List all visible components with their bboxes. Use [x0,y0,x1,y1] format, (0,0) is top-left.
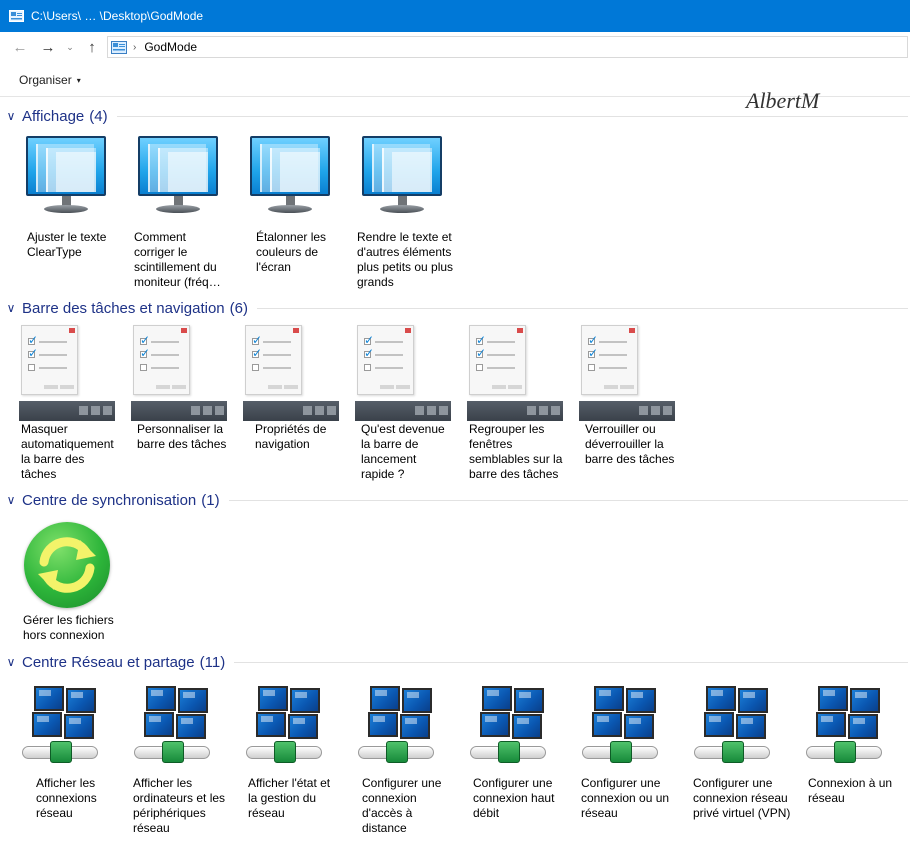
network-icon [804,686,886,774]
window-title: C:\Users\ … \Desktop\GodMode [31,9,204,23]
item-label: Rendre le texte et d'autres éléments plu… [357,230,454,289]
network-icon [692,686,774,774]
taskbar-settings-icon: ✓ ✓ [579,325,675,421]
group-count: (6) [229,299,248,317]
taskbar-settings-icon: ✓ ✓ [131,325,227,421]
group-header-synchronisation[interactable]: ∨ Centre de synchronisation (1) [0,490,910,510]
navigation-bar: ← → ⌄ ↑ › GodMode [0,32,910,62]
title-bar: C:\Users\ … \Desktop\GodMode [0,0,910,32]
network-icon [356,686,438,774]
network-icon [468,686,550,774]
group-divider [256,307,908,309]
item-label: Qu'est devenue la barre de lancement rap… [361,422,445,481]
item-label: Comment corriger le scintillement du mon… [134,230,221,289]
item-label: Configurer une connexion réseau privé vi… [693,776,791,820]
monitor-icon [362,136,442,220]
network-icon [20,686,102,774]
taskbar-settings-icon: ✓ ✓ [355,325,451,421]
item-label: Configurer une connexion ou un réseau [581,776,670,820]
monitor-icon [26,136,106,220]
group-title: Affichage [22,107,85,125]
sync-center-icon [24,522,110,608]
group-count: (11) [199,653,226,671]
item-label: Propriétés de navigation [255,422,327,451]
item-label: Configurer une connexion d'accès à dista… [362,776,442,835]
taskbar-settings-icon: ✓ ✓ [19,325,115,421]
group-divider [228,499,908,501]
item-label: Afficher l'état et la gestion du réseau [248,776,331,820]
group-title: Barre des tâches et navigation [22,299,225,317]
taskbar-settings-icon: ✓ ✓ [467,325,563,421]
item-label: Gérer les fichiers hors connexion [23,613,114,642]
breadcrumb-godmode[interactable]: GodMode [144,40,197,54]
collapse-chevron-icon[interactable]: ∨ [0,109,22,123]
network-icon [580,686,662,774]
item-label: Configurer une connexion haut débit [473,776,555,820]
collapse-chevron-icon[interactable]: ∨ [0,493,22,507]
forward-arrow-icon[interactable]: → [36,35,60,59]
group-title: Centre de synchronisation [22,491,197,509]
network-icon [132,686,214,774]
organiser-label: Organiser [19,73,72,87]
breadcrumb-separator[interactable]: › [133,42,136,53]
control-panel-icon [9,10,24,22]
taskbar-settings-icon: ✓ ✓ [243,325,339,421]
recent-locations-chevron-icon[interactable]: ⌄ [63,35,77,59]
group-header-barre-taches[interactable]: ∨ Barre des tâches et navigation (6) [0,298,910,318]
control-panel-icon [111,40,127,54]
organiser-button[interactable]: Organiser ▾ [19,73,81,87]
item-label: Regrouper les fenêtres semblables sur la… [469,422,563,481]
network-icon [244,686,326,774]
item-label: Afficher les ordinateurs et les périphér… [133,776,226,835]
group-header-reseau-partage[interactable]: ∨ Centre Réseau et partage (11) [0,652,910,672]
group-divider [116,115,908,117]
group-count: (4) [89,107,108,125]
collapse-chevron-icon[interactable]: ∨ [0,301,22,315]
monitor-icon [250,136,330,220]
group-title: Centre Réseau et partage [22,653,195,671]
chevron-down-icon: ▾ [76,75,81,85]
item-label: Verrouiller ou déverrouiller la barre de… [585,422,675,466]
item-label: Étalonner les couleurs de l'écran [256,230,327,274]
item-label: Afficher les connexions réseau [36,776,97,820]
item-label: Masquer automatiquement la barre des tâc… [21,422,114,481]
address-bar[interactable]: › GodMode [107,36,908,58]
back-arrow-icon[interactable]: ← [8,35,32,59]
group-divider [234,661,908,663]
collapse-chevron-icon[interactable]: ∨ [0,655,22,669]
group-count: (1) [201,491,220,509]
item-label: Personnaliser la barre des tâches [137,422,227,451]
item-label: Connexion à un réseau [808,776,893,805]
monitor-icon [138,136,218,220]
up-arrow-icon[interactable]: ↑ [80,35,104,59]
item-label: Ajuster le texte ClearType [27,230,107,259]
group-header-affichage[interactable]: ∨ Affichage (4) [0,106,910,126]
